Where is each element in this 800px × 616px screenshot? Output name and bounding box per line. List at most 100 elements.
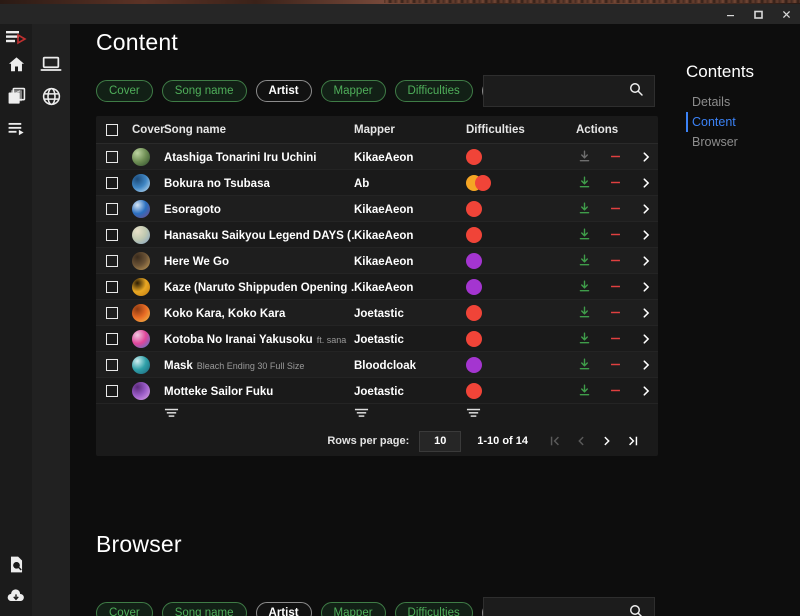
filter-icon[interactable] bbox=[354, 406, 369, 424]
browser-chip-difficulties[interactable]: Difficulties bbox=[394, 602, 473, 616]
cover-art-thumbnail[interactable] bbox=[132, 355, 150, 374]
browser-chip-artist[interactable]: Artist bbox=[255, 602, 312, 616]
row-checkbox[interactable] bbox=[106, 254, 132, 267]
browser-chip-mapper[interactable]: Mapper bbox=[320, 602, 386, 616]
table-row[interactable]: Motteke Sailor Fuku Joetastic bbox=[96, 378, 658, 404]
remove-icon[interactable] bbox=[607, 383, 623, 399]
content-search-input[interactable] bbox=[483, 75, 655, 107]
row-checkbox[interactable] bbox=[106, 280, 132, 293]
remove-icon[interactable] bbox=[607, 331, 623, 347]
cover-art-thumbnail[interactable] bbox=[132, 329, 150, 348]
table-row[interactable]: Here We Go KikaeAeon bbox=[96, 248, 658, 274]
table-row[interactable]: Mask Bleach Ending 30 Full Size Bloodcloa… bbox=[96, 352, 658, 378]
difficulty-dot[interactable] bbox=[466, 278, 482, 295]
toc-item-details[interactable]: Details bbox=[686, 92, 796, 112]
row-checkbox[interactable] bbox=[106, 332, 132, 345]
chevron-right-icon[interactable] bbox=[638, 253, 654, 269]
table-row[interactable]: Kaze (Naruto Shippuden Opening … KikaeAe… bbox=[96, 274, 658, 300]
difficulty-dot[interactable] bbox=[466, 226, 482, 243]
sidebar-item-home[interactable] bbox=[0, 48, 32, 80]
last-page-button[interactable] bbox=[620, 430, 646, 452]
select-all-checkbox[interactable] bbox=[106, 123, 132, 136]
chevron-right-icon[interactable] bbox=[638, 175, 654, 191]
sidebar-item-online[interactable] bbox=[32, 80, 70, 112]
row-checkbox[interactable] bbox=[106, 150, 132, 163]
column-header-song-name[interactable]: Song name bbox=[164, 124, 354, 136]
difficulty-dot[interactable] bbox=[466, 356, 482, 373]
table-row[interactable]: Bokura no Tsubasa Ab bbox=[96, 170, 658, 196]
chevron-right-icon[interactable] bbox=[638, 305, 654, 321]
chip-cover[interactable]: Cover bbox=[96, 80, 153, 102]
row-checkbox[interactable] bbox=[106, 202, 132, 215]
cover-art-thumbnail[interactable] bbox=[132, 381, 150, 400]
chevron-right-icon[interactable] bbox=[638, 279, 654, 295]
chevron-right-icon[interactable] bbox=[638, 149, 654, 165]
toc-item-browser[interactable]: Browser bbox=[686, 132, 796, 152]
row-checkbox[interactable] bbox=[106, 358, 132, 371]
row-checkbox[interactable] bbox=[106, 306, 132, 319]
difficulty-dot[interactable] bbox=[475, 174, 491, 191]
chevron-right-icon[interactable] bbox=[638, 331, 654, 347]
download-icon[interactable] bbox=[576, 149, 592, 165]
browser-chip-cover[interactable]: Cover bbox=[96, 602, 153, 616]
column-header-difficulties[interactable]: Difficulties bbox=[466, 124, 576, 136]
chip-song-name[interactable]: Song name bbox=[161, 80, 247, 102]
chevron-right-icon[interactable] bbox=[638, 227, 654, 243]
sidebar-item-settings[interactable] bbox=[0, 610, 32, 616]
sidebar-item-library[interactable] bbox=[0, 80, 32, 112]
download-icon[interactable] bbox=[576, 253, 592, 269]
cover-art-thumbnail[interactable] bbox=[132, 251, 150, 270]
column-header-cover[interactable]: Cover bbox=[132, 124, 165, 136]
remove-icon[interactable] bbox=[607, 201, 623, 217]
minimize-button[interactable] bbox=[716, 4, 744, 24]
download-icon[interactable] bbox=[576, 175, 592, 191]
column-header-mapper[interactable]: Mapper bbox=[354, 124, 466, 136]
cover-art-thumbnail[interactable] bbox=[132, 173, 150, 192]
download-icon[interactable] bbox=[576, 305, 592, 321]
filter-icon[interactable] bbox=[466, 406, 481, 424]
cover-art-thumbnail[interactable] bbox=[132, 147, 150, 166]
maximize-button[interactable] bbox=[744, 4, 772, 24]
sidebar-item-downloads[interactable] bbox=[0, 580, 32, 612]
table-row[interactable]: Atashiga Tonarini Iru Uchini KikaeAeon bbox=[96, 144, 658, 170]
download-icon[interactable] bbox=[576, 357, 592, 373]
cover-art-thumbnail[interactable] bbox=[132, 277, 150, 296]
difficulty-dot[interactable] bbox=[466, 148, 482, 165]
remove-icon[interactable] bbox=[607, 253, 623, 269]
download-icon[interactable] bbox=[576, 201, 592, 217]
remove-icon[interactable] bbox=[607, 175, 623, 191]
difficulty-dot[interactable] bbox=[466, 200, 482, 217]
chip-artist[interactable]: Artist bbox=[255, 80, 312, 102]
filter-icon[interactable] bbox=[164, 406, 179, 424]
chevron-right-icon[interactable] bbox=[638, 201, 654, 217]
table-row[interactable]: Hanasaku Saikyou Legend DAYS (… KikaeAeo… bbox=[96, 222, 658, 248]
cover-art-thumbnail[interactable] bbox=[132, 199, 150, 218]
sidebar-item-local[interactable] bbox=[32, 48, 70, 80]
rows-per-page-select[interactable]: 10 bbox=[419, 430, 462, 452]
remove-icon[interactable] bbox=[607, 279, 623, 295]
remove-icon[interactable] bbox=[607, 227, 623, 243]
next-page-button[interactable] bbox=[594, 430, 620, 452]
browser-search-input[interactable] bbox=[483, 597, 655, 616]
column-header-actions[interactable]: Actions bbox=[576, 124, 654, 136]
download-icon[interactable] bbox=[576, 331, 592, 347]
row-checkbox[interactable] bbox=[106, 176, 132, 189]
table-row[interactable]: Koko Kara, Koko Kara Joetastic bbox=[96, 300, 658, 326]
download-icon[interactable] bbox=[576, 227, 592, 243]
close-button[interactable] bbox=[772, 4, 800, 24]
sidebar-item-playlists[interactable] bbox=[0, 112, 32, 144]
chip-difficulties[interactable]: Difficulties bbox=[394, 80, 473, 102]
chevron-right-icon[interactable] bbox=[638, 383, 654, 399]
cover-art-thumbnail[interactable] bbox=[132, 225, 150, 244]
download-icon[interactable] bbox=[576, 279, 592, 295]
difficulty-dot[interactable] bbox=[466, 330, 482, 347]
difficulty-dot[interactable] bbox=[466, 304, 482, 321]
chip-mapper[interactable]: Mapper bbox=[320, 80, 386, 102]
browser-chip-song-name[interactable]: Song name bbox=[161, 602, 247, 616]
table-row[interactable]: Esoragoto KikaeAeon bbox=[96, 196, 658, 222]
row-checkbox[interactable] bbox=[106, 384, 132, 397]
table-row[interactable]: Kotoba No Iranai Yakusoku ft. sana Joetas… bbox=[96, 326, 658, 352]
cover-art-thumbnail[interactable] bbox=[132, 303, 150, 322]
difficulty-dot[interactable] bbox=[466, 382, 482, 399]
previous-page-button[interactable] bbox=[568, 430, 594, 452]
